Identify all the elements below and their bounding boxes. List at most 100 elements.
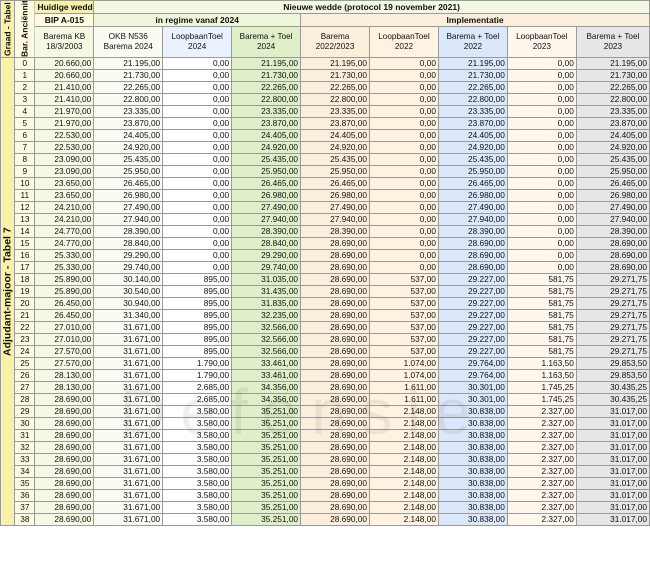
value-cell: 3.580,00	[162, 417, 233, 430]
value-cell: 1.790,00	[162, 357, 233, 370]
table-row: 25 27.570,00 31.671,00 1.790,00 33.461,00 28.…	[1, 357, 650, 370]
value-cell: 20.660,00	[34, 69, 95, 82]
value-cell: 1.163,50	[506, 369, 577, 382]
col-header: Barema + Toel 2022	[437, 26, 508, 58]
value-cell: 28.690,00	[300, 429, 370, 442]
value-cell: 27.010,00	[34, 321, 95, 334]
table-row: 26 28.130,00 31.671,00 1.790,00 33.461,00 28.…	[1, 369, 650, 382]
ancienniteit-cell: 36	[14, 489, 36, 502]
value-cell: 0,00	[162, 165, 233, 178]
value-cell: 0,00	[369, 117, 439, 130]
ancienniteit-cell: 2	[14, 81, 36, 94]
table-row: 32 28.690,00 31.671,00 3.580,00 35.251,00 28.…	[1, 441, 650, 454]
value-cell: 0,00	[369, 57, 439, 70]
value-cell: 28.840,00	[93, 237, 164, 250]
ancienniteit-cell: 1	[14, 69, 36, 82]
value-cell: 30.540,00	[93, 285, 164, 298]
value-cell: 22.530,00	[34, 141, 95, 154]
value-cell: 27.940,00	[300, 213, 370, 226]
value-cell: 3.580,00	[162, 405, 233, 418]
col-header: Barema + Toel 2024	[231, 26, 302, 58]
value-cell: 30.838,00	[437, 477, 508, 490]
col-header: LoopbaanToel 2022	[369, 26, 439, 58]
value-cell: 35.251,00	[231, 477, 302, 490]
value-cell: 31.017,00	[575, 441, 650, 454]
ancienniteit-cell: 17	[14, 261, 36, 274]
value-cell: 23.335,00	[93, 105, 164, 118]
value-cell: 28.690,00	[300, 453, 370, 466]
value-cell: 0,00	[369, 93, 439, 106]
value-cell: 28.690,00	[300, 357, 370, 370]
ancienniteit-cell: 38	[14, 513, 36, 526]
value-cell: 26.465,00	[300, 177, 370, 190]
table-row: Adjudant-majoor - Tabel 7 0 20.660,00 21.19…	[0, 57, 650, 526]
value-cell: 0,00	[369, 141, 439, 154]
table-row: 31 28.690,00 31.671,00 3.580,00 35.251,00 28.…	[1, 429, 650, 442]
value-cell: 28.690,00	[300, 393, 370, 406]
value-cell: 28.690,00	[300, 381, 370, 394]
value-cell: 31.671,00	[93, 441, 164, 454]
value-cell: 28.690,00	[34, 441, 95, 454]
value-cell: 23.090,00	[34, 153, 95, 166]
value-cell: 25.330,00	[34, 249, 95, 262]
value-cell: 0,00	[162, 225, 233, 238]
value-cell: 537,00	[369, 297, 439, 310]
value-cell: 30.301,00	[437, 393, 508, 406]
ancienniteit-cell: 19	[14, 285, 36, 298]
ancienniteit-cell: 32	[14, 441, 36, 454]
value-cell: 895,00	[162, 309, 233, 322]
value-cell: 581,75	[506, 273, 577, 286]
value-cell: 0,00	[162, 201, 233, 214]
value-cell: 28.130,00	[34, 381, 95, 394]
ancienniteit-cell: 21	[14, 309, 36, 322]
value-cell: 31.017,00	[575, 501, 650, 514]
value-cell: 0,00	[369, 165, 439, 178]
value-cell: 22.800,00	[575, 93, 650, 106]
value-cell: 29.271,75	[575, 285, 650, 298]
ancienniteit-cell: 34	[14, 465, 36, 478]
value-cell: 3.580,00	[162, 441, 233, 454]
table-row: 14 24.770,00 28.390,00 0,00 28.390,00 28.390,…	[1, 225, 650, 238]
value-cell: 28.690,00	[300, 477, 370, 490]
value-cell: 0,00	[506, 177, 577, 190]
ancienniteit-cell: 3	[14, 93, 36, 106]
value-cell: 26.980,00	[437, 189, 508, 202]
value-cell: 23.335,00	[300, 105, 370, 118]
value-cell: 21.195,00	[231, 57, 302, 70]
value-cell: 31.017,00	[575, 465, 650, 478]
value-cell: 28.690,00	[300, 297, 370, 310]
value-cell: 1.790,00	[162, 369, 233, 382]
ancienniteit-cell: 24	[14, 345, 36, 358]
value-cell: 895,00	[162, 321, 233, 334]
value-cell: 0,00	[162, 261, 233, 274]
value-cell: 28.390,00	[575, 225, 650, 238]
value-cell: 35.251,00	[231, 417, 302, 430]
table-row: 11 23.650,00 26.980,00 0,00 26.980,00 26.980,…	[1, 189, 650, 202]
value-cell: 0,00	[162, 81, 233, 94]
bip-header: BIP A-015	[34, 13, 95, 27]
value-cell: 21.970,00	[34, 105, 95, 118]
value-cell: 2.685,00	[162, 381, 233, 394]
value-cell: 22.265,00	[93, 81, 164, 94]
value-cell: 32.566,00	[231, 321, 302, 334]
value-cell: 28.690,00	[300, 489, 370, 502]
value-cell: 28.690,00	[575, 237, 650, 250]
value-cell: 29.227,00	[437, 273, 508, 286]
table-row: 23 27.010,00 31.671,00 895,00 32.566,00 28.69…	[1, 333, 650, 346]
value-cell: 3.580,00	[162, 453, 233, 466]
value-cell: 29.290,00	[231, 249, 302, 262]
value-cell: 28.690,00	[34, 489, 95, 502]
value-cell: 27.940,00	[575, 213, 650, 226]
value-cell: 26.980,00	[93, 189, 164, 202]
table-row: 17 25.330,00 29.740,00 0,00 29.740,00 28.690,…	[1, 261, 650, 274]
value-cell: 23.335,00	[231, 105, 302, 118]
value-cell: 31.671,00	[93, 381, 164, 394]
value-cell: 0,00	[506, 57, 577, 70]
value-cell: 30.301,00	[437, 381, 508, 394]
value-cell: 2.327,00	[506, 429, 577, 442]
value-cell: 28.690,00	[300, 405, 370, 418]
value-cell: 0,00	[369, 189, 439, 202]
table-row: 10 23.650,00 26.465,00 0,00 26.465,00 26.465,…	[1, 177, 650, 190]
ancienniteit-cell: 11	[14, 189, 36, 202]
ancienniteit-cell: 20	[14, 297, 36, 310]
